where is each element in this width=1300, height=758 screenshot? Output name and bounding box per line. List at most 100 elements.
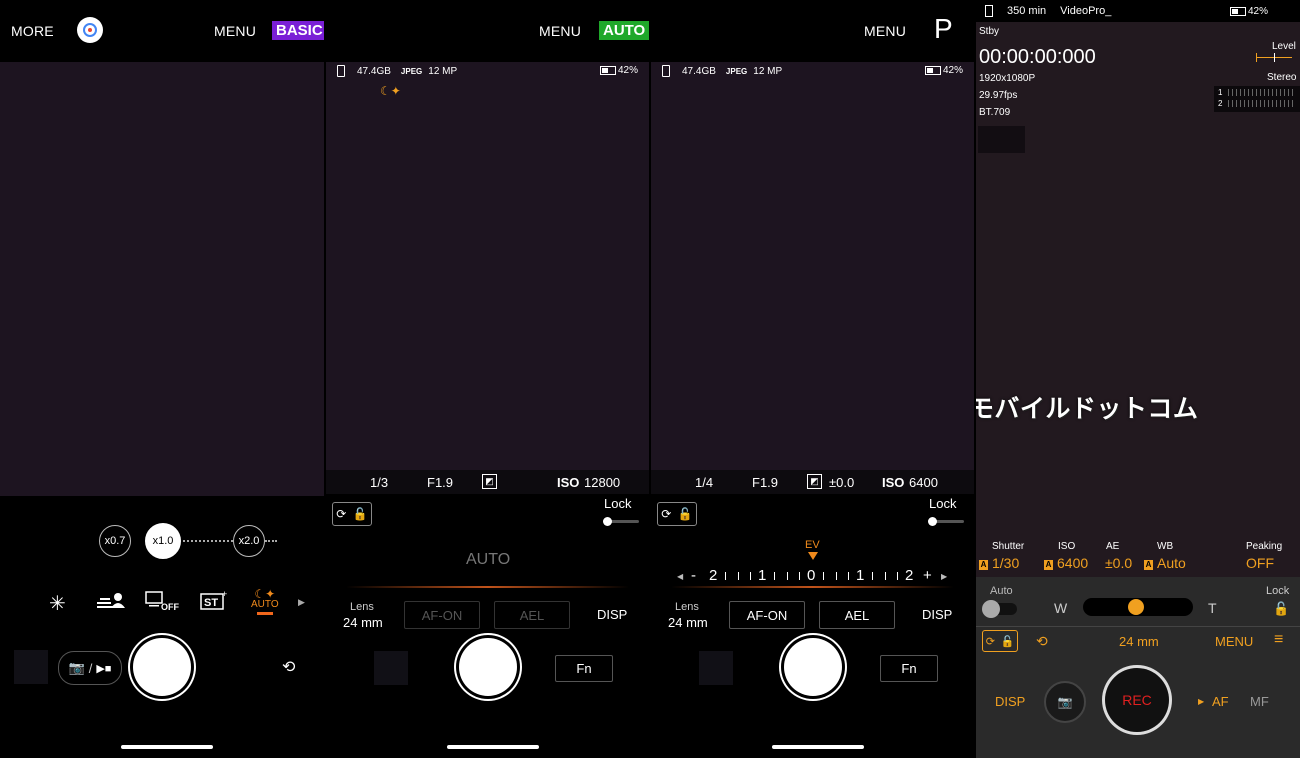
aperture: F1.9 xyxy=(427,475,454,490)
ev-left-arrow-icon[interactable]: ◀ xyxy=(677,572,683,581)
viewfinder[interactable] xyxy=(326,62,649,470)
gallery-thumbnail[interactable] xyxy=(699,651,733,685)
top-status: 350 min VideoPro_ xyxy=(985,5,1111,17)
more-scenes-arrow-icon[interactable]: ▶ xyxy=(298,597,305,608)
battery-status: 42% xyxy=(1230,6,1268,17)
mf-button[interactable]: MF xyxy=(1250,694,1269,709)
menu-button[interactable]: MENU xyxy=(864,23,906,39)
zoom-slider-knob[interactable] xyxy=(1128,599,1144,615)
more-button[interactable]: MORE xyxy=(11,23,54,39)
level-tick-center xyxy=(1274,53,1275,62)
timecode: 00:00:00:000 xyxy=(979,46,1096,68)
ael-button[interactable]: AEL xyxy=(819,601,895,629)
auto-badge-icon: A xyxy=(979,560,988,570)
ev-minor-tick xyxy=(725,572,727,580)
mode-badge[interactable]: P xyxy=(934,13,953,45)
stabilizer-lock-button[interactable]: ⟳ 🔓 xyxy=(657,502,697,526)
af-on-button[interactable]: AF-ON xyxy=(404,601,480,629)
af-button[interactable]: AF xyxy=(1212,694,1229,709)
unlock-icon[interactable]: 🔓 xyxy=(1273,601,1289,617)
lens-label: Lens xyxy=(675,601,699,613)
lock-switch[interactable] xyxy=(603,517,639,526)
auto-dial-label: AUTO xyxy=(466,551,511,568)
mode-badge[interactable]: AUTO xyxy=(599,21,649,40)
menu-button[interactable]: MENU xyxy=(539,23,581,39)
disp-button[interactable]: DISP xyxy=(922,607,952,622)
af-on-button[interactable]: AF-ON xyxy=(729,601,805,629)
ev-minor-tick xyxy=(884,572,886,580)
record-button[interactable]: REC xyxy=(1105,668,1169,732)
hdr-off-icon[interactable]: OFF xyxy=(145,591,179,616)
shutter-value[interactable]: A 1/30 xyxy=(979,555,1019,571)
fn-button[interactable]: Fn xyxy=(880,655,938,682)
zoom-0.7-button[interactable]: x0.7 xyxy=(99,525,131,557)
stabilizer-icon[interactable]: ST + xyxy=(200,589,228,616)
viewfinder[interactable] xyxy=(651,62,974,470)
stabilizer-lock-button[interactable]: ⟳ 🔓 xyxy=(332,502,372,526)
night-scene-button[interactable]: ☾✦ AUTO xyxy=(251,588,279,615)
peaking-value[interactable]: OFF xyxy=(1246,555,1274,571)
ev-minor-tick xyxy=(896,572,898,580)
shutter-value-text: 1/30 xyxy=(992,555,1020,571)
shutter-button[interactable] xyxy=(459,638,517,696)
menu-button[interactable]: MENU xyxy=(1215,634,1253,649)
stabilizer-lock-button[interactable]: ⟳ 🔓 xyxy=(982,630,1018,652)
ev-tick-label-neg2: 2 xyxy=(709,567,718,584)
lens-value[interactable]: 24 mm xyxy=(668,615,708,630)
snapshot-camera-icon[interactable]: 📷 xyxy=(1044,681,1086,723)
lens-value[interactable]: 24 mm xyxy=(343,615,383,630)
battery-icon xyxy=(600,66,616,75)
photo-video-toggle[interactable]: 📷 / ▶■ xyxy=(58,651,122,685)
ael-button[interactable]: AEL xyxy=(494,601,570,629)
panel-basic-mode: MORE MENU BASIC x0.7 x1.0 x2.0 ✳ OFF ST +… xyxy=(0,0,324,758)
battery-status: 42% xyxy=(925,65,963,76)
video-resolution: 1920x1080P xyxy=(979,73,1036,84)
ev-minor-tick xyxy=(847,572,849,580)
hamburger-menu-icon[interactable]: ≡ xyxy=(1274,631,1283,649)
zoom-track-end xyxy=(265,540,277,542)
lock-label: Lock xyxy=(604,496,632,511)
bokeh-portrait-icon[interactable] xyxy=(97,592,125,615)
unlock-icon: 🔓 xyxy=(352,507,368,521)
ev-right-arrow-icon[interactable]: ▶ xyxy=(941,572,947,581)
divider xyxy=(976,626,1300,627)
shutter-button[interactable] xyxy=(133,638,191,696)
scene-indicator xyxy=(256,612,273,615)
resolution-text: 12 MP xyxy=(753,65,783,77)
shutter-label: Shutter xyxy=(992,541,1025,552)
mode-badge[interactable]: BASIC xyxy=(272,21,324,40)
zoom-1.0-button[interactable]: x1.0 xyxy=(145,523,181,559)
fn-button[interactable]: Fn xyxy=(555,655,613,682)
gallery-thumbnail[interactable] xyxy=(14,650,48,684)
wb-label: WB xyxy=(1157,541,1174,552)
viewfinder[interactable] xyxy=(0,62,324,496)
svg-text:+: + xyxy=(222,589,227,599)
switch-camera-icon[interactable]: ⟲ xyxy=(1036,633,1048,650)
wb-value[interactable]: A Auto xyxy=(1144,555,1186,571)
lock-switch[interactable] xyxy=(928,517,964,526)
google-lens-icon[interactable] xyxy=(77,17,103,43)
auto-switch[interactable] xyxy=(982,600,1017,618)
iso-label: ISO xyxy=(1058,541,1076,552)
resolution-text: 12 MP xyxy=(428,65,458,77)
brightness-icon[interactable]: ✳ xyxy=(49,591,66,616)
shutter-button[interactable] xyxy=(784,638,842,696)
zoom-slider[interactable] xyxy=(1083,598,1193,616)
switch-camera-icon[interactable]: ⟲ xyxy=(282,657,295,677)
zoom-2.0-button[interactable]: x2.0 xyxy=(233,525,265,557)
iso-value[interactable]: A 6400 xyxy=(1044,555,1088,571)
ev-tick-label-0: 0 xyxy=(807,567,816,584)
ev-minus: - xyxy=(691,567,696,584)
app-name: VideoPro_ xyxy=(1060,5,1112,17)
zoom-track xyxy=(178,540,233,542)
ev-minor-tick xyxy=(798,572,800,580)
scene-auto-label: AUTO xyxy=(251,599,279,610)
panel-program-mode: MENU P 47.4GB JPEG 12 MP 42% 1/4 F1.9 ◩ … xyxy=(651,0,974,758)
gallery-thumbnail[interactable] xyxy=(374,651,408,685)
menu-button[interactable]: MENU xyxy=(214,23,256,39)
focal-length[interactable]: 24 mm xyxy=(1119,634,1159,649)
disp-button[interactable]: DISP xyxy=(995,694,1025,709)
disp-button[interactable]: DISP xyxy=(597,607,627,622)
lock-small-icon: 🔓 xyxy=(1000,635,1015,648)
ae-value[interactable]: ±0.0 xyxy=(1105,555,1132,571)
